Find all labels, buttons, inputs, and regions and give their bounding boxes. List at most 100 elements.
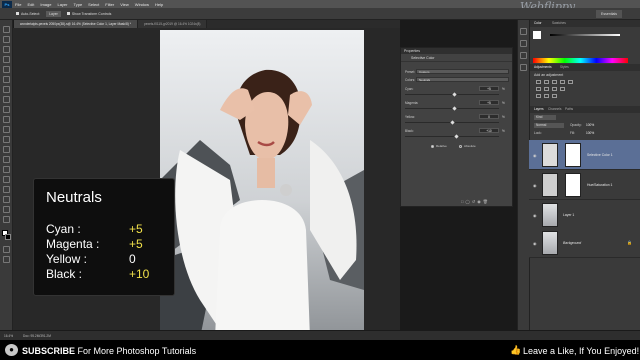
auto-select-checkbox[interactable]: Auto-Select: [16, 11, 40, 16]
magenta-value-field[interactable]: +5 [479, 100, 499, 105]
layer-row[interactable]: ◉ Background 🔒 [529, 228, 640, 258]
posterize-adjust-icon[interactable] [544, 94, 549, 98]
marquee-tool-icon[interactable] [3, 36, 10, 43]
visibility-eye-icon[interactable]: ◉ [533, 183, 537, 188]
doc-tab-active[interactable]: wonderlaipis-pexels 2050px(38)-s@ 16.4% … [14, 20, 138, 28]
tab-layers[interactable]: Layers [534, 107, 544, 111]
quick-mask-icon[interactable] [3, 246, 10, 253]
character-panel-icon[interactable] [520, 52, 527, 59]
menu-edit[interactable]: Edit [27, 2, 34, 7]
visibility-eye-icon[interactable]: ◉ [533, 153, 537, 158]
layer-row[interactable]: ◉ Hue/Saturation 1 [529, 170, 640, 200]
tab-channels[interactable]: Channels [548, 107, 561, 111]
properties-footer-icons[interactable]: □◯↺◉🗑 [461, 199, 490, 204]
overlay-cyan-label: Cyan : [46, 222, 81, 236]
layer-kind-filter[interactable]: Kind [534, 115, 556, 120]
hand-tool-icon[interactable] [3, 206, 10, 213]
menu-help[interactable]: Help [155, 2, 163, 7]
black-slider-track[interactable] [405, 136, 499, 137]
type-tool-icon[interactable] [3, 176, 10, 183]
paragraph-panel-icon[interactable] [520, 64, 527, 71]
menu-layer[interactable]: Layer [57, 2, 67, 7]
gradient-tool-icon[interactable] [3, 136, 10, 143]
black-value-field[interactable]: +10 [479, 128, 499, 133]
eraser-tool-icon[interactable] [3, 126, 10, 133]
history-panel-icon[interactable] [520, 28, 527, 35]
layer-name[interactable]: Layer 1 [563, 213, 574, 217]
document-photo[interactable] [160, 30, 364, 338]
magenta-slider-handle[interactable] [452, 106, 457, 111]
actions-panel-icon[interactable] [520, 40, 527, 47]
vibrance-adjust-icon[interactable] [568, 80, 573, 84]
levels-adjust-icon[interactable] [544, 80, 549, 84]
black-white-adjust-icon[interactable] [552, 87, 557, 91]
photo-filter-adjust-icon[interactable] [560, 87, 565, 91]
tab-paths[interactable]: Paths [565, 107, 573, 111]
opacity-field[interactable]: 100% [586, 123, 594, 127]
zoom-tool-icon[interactable] [3, 216, 10, 223]
path-select-tool-icon[interactable] [3, 186, 10, 193]
color-spectrum-bar[interactable] [533, 58, 628, 63]
dodge-tool-icon[interactable] [3, 156, 10, 163]
shape-tool-icon[interactable] [3, 196, 10, 203]
invert-adjust-icon[interactable] [536, 94, 541, 98]
tab-styles[interactable]: Styles [560, 65, 569, 69]
screen-mode-icon[interactable] [3, 256, 10, 263]
layer-mask-thumb[interactable] [565, 173, 581, 197]
colors-dropdown[interactable]: Neutrals [416, 77, 509, 82]
cyan-slider-handle[interactable] [452, 92, 457, 97]
menu-file[interactable]: File [15, 2, 21, 7]
history-brush-tool-icon[interactable] [3, 116, 10, 123]
menu-type[interactable]: Type [74, 2, 83, 7]
curves-adjust-icon[interactable] [552, 80, 557, 84]
visibility-eye-icon[interactable]: ◉ [533, 213, 537, 218]
selective-color-adjust-icon[interactable] [552, 94, 557, 98]
workspace-dropdown[interactable]: Essentials [596, 10, 622, 18]
healing-brush-tool-icon[interactable] [3, 86, 10, 93]
hue-sat-adjust-icon[interactable] [536, 87, 541, 91]
brush-tool-icon[interactable] [3, 96, 10, 103]
crop-tool-icon[interactable] [3, 66, 10, 73]
brightness-adjust-icon[interactable] [536, 80, 541, 84]
yellow-slider-handle[interactable] [449, 120, 455, 125]
visibility-eye-icon[interactable]: ◉ [533, 241, 537, 246]
menu-image[interactable]: Image [40, 2, 51, 7]
absolute-radio[interactable]: Absolute [459, 144, 476, 148]
clone-stamp-tool-icon[interactable] [3, 106, 10, 113]
layer-mask-thumb[interactable] [565, 143, 581, 167]
zoom-level[interactable]: 16.4% [4, 334, 13, 338]
relative-radio[interactable]: Relative [431, 144, 447, 148]
layer-name[interactable]: Hue/Saturation 1 [587, 183, 612, 187]
layer-name[interactable]: Background [563, 241, 581, 245]
menu-filter[interactable]: Filter [105, 2, 114, 7]
menu-view[interactable]: View [120, 2, 129, 7]
lasso-tool-icon[interactable] [3, 46, 10, 53]
pen-tool-icon[interactable] [3, 166, 10, 173]
color-balance-adjust-icon[interactable] [544, 87, 549, 91]
eyedropper-tool-icon[interactable] [3, 76, 10, 83]
color-ramp-slider[interactable] [550, 34, 620, 36]
fill-field[interactable]: 100% [586, 131, 594, 135]
menu-window[interactable]: Window [135, 2, 149, 7]
auto-select-dropdown[interactable]: Layer [46, 10, 61, 17]
menu-select[interactable]: Select [88, 2, 99, 7]
doc-tab-second[interactable]: pexels-f0115-gr2019 @ 16.4% 1024x(8) [137, 20, 208, 28]
black-slider-handle[interactable] [454, 134, 459, 139]
exposure-adjust-icon[interactable] [560, 80, 565, 84]
tab-color[interactable]: Color [534, 21, 542, 25]
quick-select-tool-icon[interactable] [3, 56, 10, 63]
layer-name[interactable]: Selective Color 1 [587, 153, 613, 157]
preset-dropdown[interactable]: Custom [416, 69, 509, 74]
blur-tool-icon[interactable] [3, 146, 10, 153]
layer-row[interactable]: ◉ Selective Color 1 [529, 140, 640, 170]
cyan-value-field[interactable]: +5 [479, 86, 499, 91]
blend-mode-dropdown[interactable]: Normal [534, 123, 564, 128]
tab-swatches[interactable]: Swatches [552, 21, 566, 25]
color-foreground-chip[interactable] [533, 31, 541, 39]
layer-row[interactable]: ◉ Layer 1 [529, 200, 640, 230]
move-tool-icon[interactable] [3, 26, 10, 33]
yellow-value-field[interactable]: 0 [479, 114, 499, 119]
background-color-swatch[interactable] [5, 234, 11, 240]
show-transform-checkbox[interactable]: Show Transform Controls [66, 11, 111, 16]
tab-adjustments[interactable]: Adjustments [534, 65, 552, 69]
